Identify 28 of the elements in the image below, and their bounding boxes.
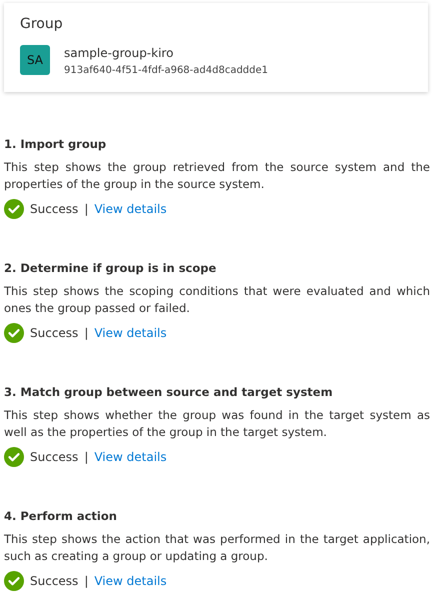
group-avatar: SA: [20, 45, 50, 75]
success-check-icon: [4, 447, 24, 467]
separator: |: [84, 325, 88, 342]
step-description: This step shows whether the group was found in the target system as well as the properties of the group in the target system.: [4, 407, 430, 441]
view-details-link[interactable]: View details: [94, 324, 167, 342]
group-name: sample-group-kiro: [64, 45, 174, 61]
view-details-link[interactable]: View details: [94, 572, 167, 590]
view-details-link[interactable]: View details: [94, 448, 167, 466]
step-description: This step shows the scoping conditions that were evaluated and which ones the group passed or failed.: [4, 283, 430, 317]
step-description: This step shows the group retrieved from the source system and the properties of the group in the source system.: [4, 159, 430, 193]
success-check-icon: [4, 199, 24, 219]
card-title: Group: [20, 15, 64, 33]
step-title: 3. Match group between source and target system: [4, 384, 334, 400]
success-check-icon: [4, 571, 24, 591]
separator: |: [84, 201, 88, 218]
step-description: This step shows the action that was performed in the target application, such as creating a group or updating a group.: [4, 531, 430, 565]
step-title: 2. Determine if group is in scope: [4, 260, 218, 276]
step-title: 4. Perform action: [4, 508, 118, 524]
step-title: 1. Import group: [4, 136, 108, 152]
view-details-link[interactable]: View details: [94, 200, 167, 218]
status-text: Success: [30, 201, 78, 218]
status-text: Success: [30, 573, 78, 590]
status-text: Success: [30, 325, 78, 342]
separator: |: [84, 449, 88, 466]
group-id: 913af640-4f51-4fdf-a968-ad4d8caddde1: [64, 64, 268, 78]
success-check-icon: [4, 323, 24, 343]
status-text: Success: [30, 449, 78, 466]
separator: |: [84, 573, 88, 590]
